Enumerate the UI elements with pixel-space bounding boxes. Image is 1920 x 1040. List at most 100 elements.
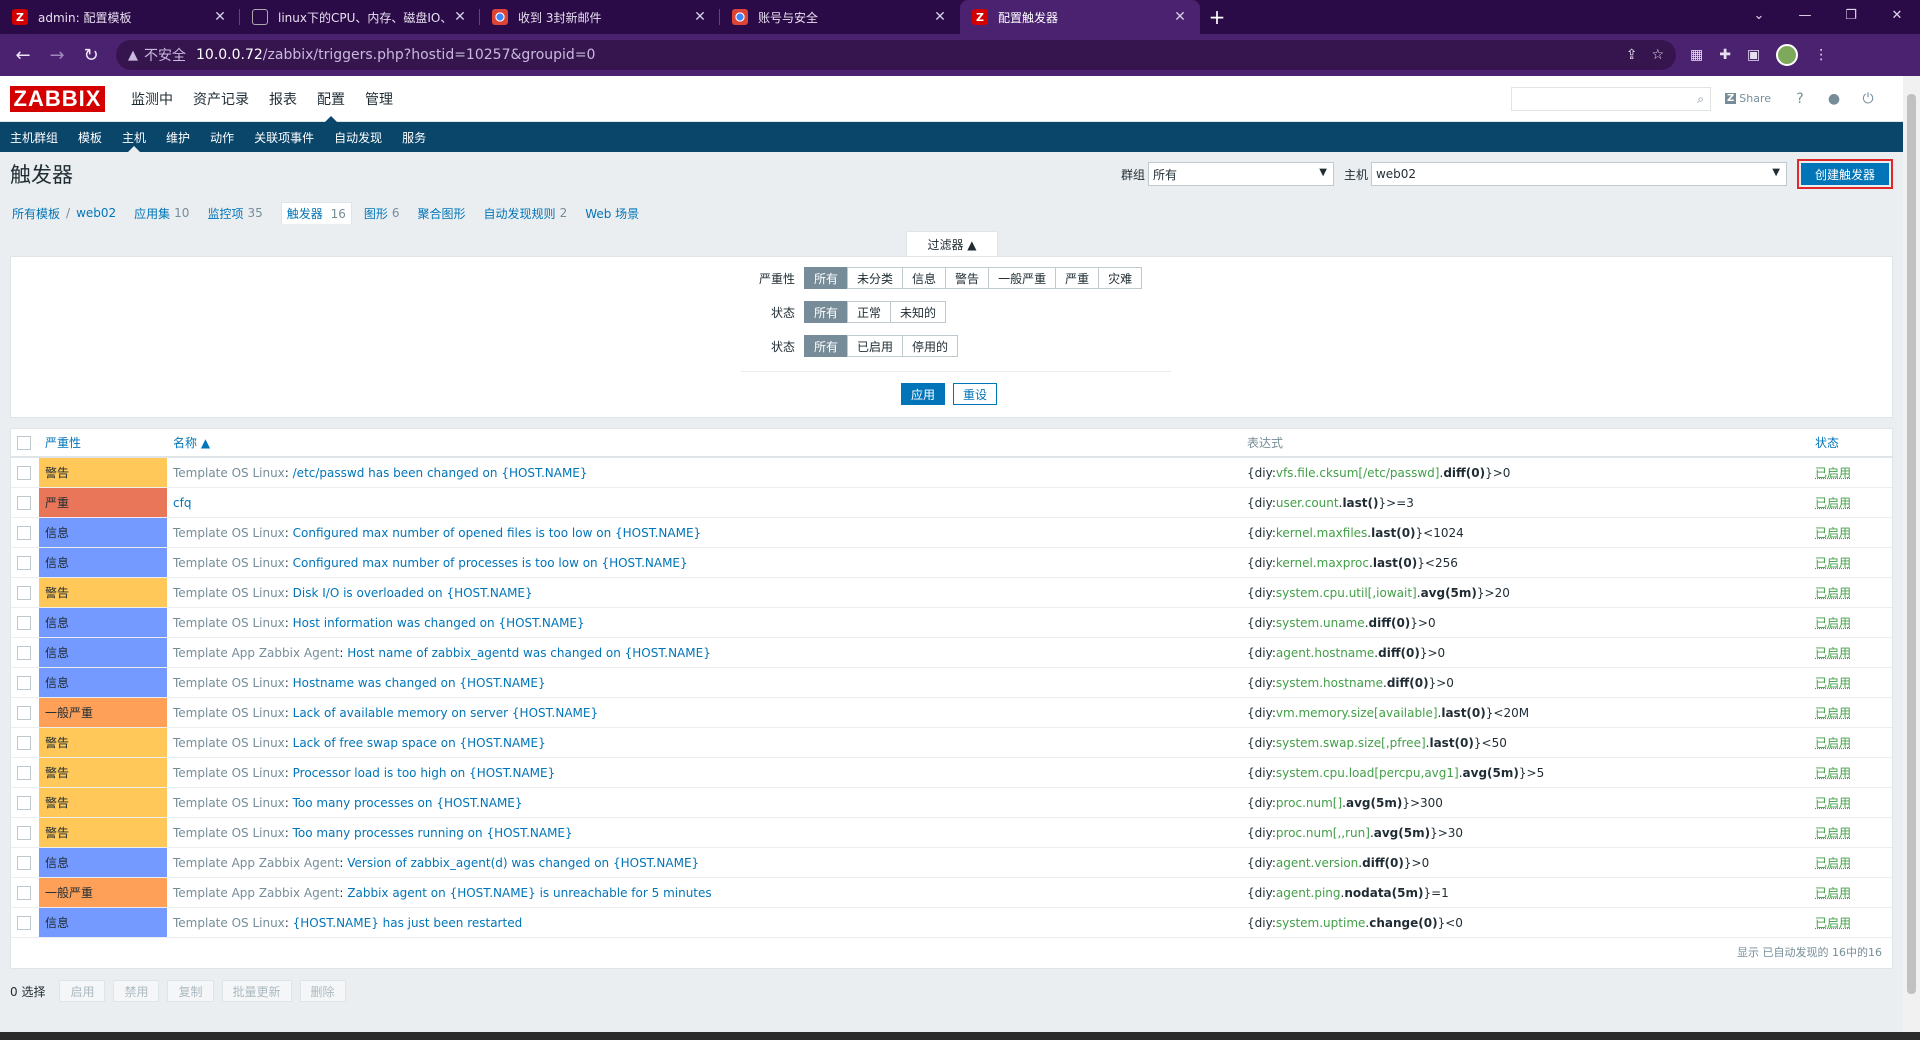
create-trigger-button[interactable]: 创建触发器 (1796, 159, 1893, 189)
severity-option-information[interactable]: 信息 (902, 267, 947, 289)
template-link[interactable]: Template OS Linux (173, 706, 285, 720)
copy-button[interactable]: 复制 (167, 980, 214, 1002)
logout-icon[interactable]: ⏻ (1851, 91, 1885, 107)
template-link[interactable]: Template OS Linux (173, 676, 285, 690)
status-toggle-link[interactable]: 已启用 (1815, 616, 1851, 630)
all-templates-link[interactable]: 所有模板 (12, 205, 60, 222)
user-profile-icon[interactable]: ● (1817, 91, 1851, 107)
minimize-icon[interactable]: — (1782, 0, 1828, 30)
status-toggle-link[interactable]: 已启用 (1815, 886, 1851, 900)
sub-menu-services[interactable]: 服务 (392, 122, 436, 152)
browser-tab-3[interactable]: 账号与安全 ✕ (720, 0, 960, 34)
url-field[interactable]: ▲ 不安全 10.0.0.72 /zabbix/triggers.php?hos… (116, 40, 1676, 70)
reader-icon[interactable]: ▦ (1690, 47, 1703, 63)
top-menu-administration[interactable]: 管理 (355, 76, 403, 122)
forward-icon[interactable]: → (42, 40, 72, 70)
template-link[interactable]: Template OS Linux (173, 616, 285, 630)
severity-option-high[interactable]: 严重 (1055, 267, 1100, 289)
trigger-name-link[interactable]: Configured max number of opened files is… (293, 526, 702, 540)
row-checkbox[interactable] (17, 885, 31, 900)
browser-tab-4[interactable]: Z 配置触发器 ✕ (960, 0, 1200, 34)
sub-menu-host-groups[interactable]: 主机群组 (0, 122, 68, 152)
mass-update-button[interactable]: 批量更新 (221, 980, 292, 1002)
status-option-disabled[interactable]: 停用的 (902, 335, 959, 357)
item-key-link[interactable]: agent.version (1276, 856, 1358, 870)
row-checkbox[interactable] (17, 795, 31, 810)
host-link[interactable]: web02 (76, 206, 116, 220)
row-checkbox[interactable] (17, 705, 31, 720)
help-icon[interactable]: ? (1783, 91, 1817, 107)
status-toggle-link[interactable]: 已启用 (1815, 916, 1851, 930)
menu-kebab-icon[interactable]: ⋮ (1814, 47, 1828, 63)
browser-tab-2[interactable]: 收到 3封新邮件 ✕ (480, 0, 720, 34)
applications-link[interactable]: 应用集 (134, 205, 170, 222)
template-link[interactable]: Template OS Linux (173, 586, 285, 600)
close-icon[interactable]: ✕ (212, 9, 228, 25)
item-key-link[interactable]: system.swap.size[,pfree] (1276, 736, 1426, 750)
profile-avatar[interactable] (1776, 44, 1799, 66)
sidebar-icon[interactable]: ▣ (1747, 47, 1760, 63)
top-menu-inventory[interactable]: 资产记录 (183, 76, 259, 122)
template-link[interactable]: Template OS Linux (173, 556, 285, 570)
status-toggle-link[interactable]: 已启用 (1815, 766, 1851, 780)
severity-option-not-classified[interactable]: 未分类 (847, 267, 904, 289)
select-all-checkbox[interactable] (17, 435, 31, 450)
items-link[interactable]: 监控项 (207, 205, 243, 222)
row-checkbox[interactable] (17, 495, 31, 510)
status-toggle-link[interactable]: 已启用 (1815, 676, 1851, 690)
status-toggle-link[interactable]: 已启用 (1815, 736, 1851, 750)
row-checkbox[interactable] (17, 525, 31, 540)
browser-tab-0[interactable]: Z admin: 配置模板 ✕ (0, 0, 240, 34)
global-search-input[interactable]: ⌕ (1510, 86, 1711, 111)
item-key-link[interactable]: system.uptime (1276, 916, 1366, 930)
item-key-link[interactable]: system.cpu.util[,iowait] (1276, 586, 1417, 600)
top-menu-reports[interactable]: 报表 (259, 76, 307, 122)
trigger-name-link[interactable]: Hostname was changed on {HOST.NAME} (293, 676, 546, 690)
status-option-enabled[interactable]: 已启用 (847, 335, 904, 357)
template-link[interactable]: Template OS Linux (173, 796, 285, 810)
status-option-all[interactable]: 所有 (804, 335, 849, 357)
severity-option-all[interactable]: 所有 (804, 267, 849, 289)
status-toggle-link[interactable]: 已启用 (1815, 646, 1851, 660)
severity-option-disaster[interactable]: 灾难 (1098, 267, 1143, 289)
template-link[interactable]: Template App Zabbix Agent (173, 886, 339, 900)
state-option-all[interactable]: 所有 (804, 301, 849, 323)
state-option-normal[interactable]: 正常 (847, 301, 892, 323)
restore-icon[interactable]: ❐ (1828, 0, 1874, 30)
trigger-name-link[interactable]: /etc/passwd has been changed on {HOST.NA… (293, 466, 588, 480)
row-checkbox[interactable] (17, 615, 31, 630)
status-toggle-link[interactable]: 已启用 (1815, 856, 1851, 870)
template-link[interactable]: Template OS Linux (173, 736, 285, 750)
trigger-name-link[interactable]: cfq (173, 496, 191, 510)
filter-toggle-tab[interactable]: 过滤器 ▲ (906, 231, 998, 257)
tab-search-icon[interactable]: ⌄ (1736, 0, 1782, 30)
window-close-icon[interactable]: ✕ (1874, 0, 1920, 30)
extensions-puzzle-icon[interactable]: ✚ (1719, 47, 1731, 63)
host-select[interactable]: web02 ▼ (1370, 162, 1787, 186)
trigger-name-link[interactable]: {HOST.NAME} has just been restarted (293, 916, 523, 930)
template-link[interactable]: Template OS Linux (173, 526, 285, 540)
back-icon[interactable]: ← (8, 40, 38, 70)
item-key-link[interactable]: vm.memory.size[available] (1276, 706, 1438, 720)
enable-button[interactable]: 启用 (59, 980, 106, 1002)
delete-button[interactable]: 删除 (299, 980, 346, 1002)
sub-menu-hosts[interactable]: 主机 (112, 122, 156, 152)
sub-menu-templates[interactable]: 模板 (68, 122, 112, 152)
trigger-name-link[interactable]: Processor load is too high on {HOST.NAME… (293, 766, 556, 780)
row-checkbox[interactable] (17, 675, 31, 690)
row-checkbox[interactable] (17, 855, 31, 870)
screens-link[interactable]: 聚合图形 (418, 205, 466, 222)
row-checkbox[interactable] (17, 735, 31, 750)
row-checkbox[interactable] (17, 465, 31, 480)
scrollbar-thumb[interactable] (1907, 94, 1916, 994)
status-toggle-link[interactable]: 已启用 (1815, 796, 1851, 810)
zabbix-logo[interactable]: ZABBIX (10, 85, 105, 112)
status-toggle-link[interactable]: 已启用 (1815, 586, 1851, 600)
item-key-link[interactable]: system.cpu.load[percpu,avg1] (1276, 766, 1459, 780)
status-toggle-link[interactable]: 已启用 (1815, 466, 1851, 480)
severity-option-warning[interactable]: 警告 (945, 267, 990, 289)
close-icon[interactable]: ✕ (932, 9, 948, 25)
trigger-name-link[interactable]: Too many processes running on {HOST.NAME… (293, 826, 573, 840)
trigger-name-link[interactable]: Lack of free swap space on {HOST.NAME} (293, 736, 546, 750)
graphs-link[interactable]: 图形 (364, 205, 388, 222)
